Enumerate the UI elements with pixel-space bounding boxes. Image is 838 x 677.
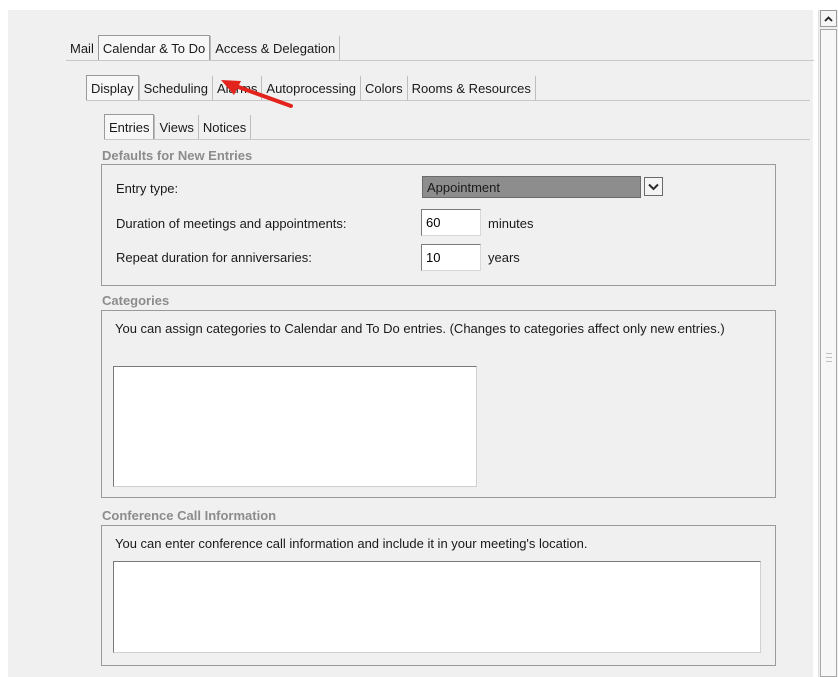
tab-colors[interactable]: Colors: [360, 76, 408, 100]
tab-mail-label: Mail: [70, 40, 94, 56]
tab-notices-label: Notices: [202, 119, 247, 135]
tab-display[interactable]: Display: [86, 75, 139, 101]
conference-info-textarea[interactable]: [113, 561, 761, 653]
entry-type-label: Entry type:: [116, 181, 179, 196]
third-tab-bar: Entries Views Notices: [104, 114, 252, 140]
categories-group: You can assign categories to Calendar an…: [101, 310, 776, 498]
tab-entries[interactable]: Entries: [104, 114, 155, 140]
top-tab-bar: Mail Calendar & To Do Access & Delegatio…: [66, 35, 341, 61]
chevron-down-icon[interactable]: [644, 177, 663, 196]
duration-unit: minutes: [488, 216, 534, 231]
second-tab-baseline: [86, 100, 810, 101]
tab-mail[interactable]: Mail: [66, 36, 99, 60]
tab-colors-label: Colors: [365, 80, 403, 96]
tab-entries-label: Entries: [109, 120, 150, 135]
preferences-window: Mail Calendar & To Do Access & Delegatio…: [0, 0, 838, 677]
tab-calendar-todo[interactable]: Calendar & To Do: [97, 35, 211, 61]
duration-input[interactable]: [421, 209, 481, 236]
tab-scheduling-label: Scheduling: [143, 80, 208, 96]
scroll-up-icon[interactable]: [820, 10, 837, 27]
scrollbar-thumb[interactable]: [820, 29, 837, 677]
defaults-section-title: Defaults for New Entries: [102, 148, 253, 163]
conference-group: You can enter conference call informatio…: [101, 525, 776, 666]
categories-section-title: Categories: [102, 293, 170, 308]
defaults-group: Entry type: Appointment Duration of meet…: [101, 164, 776, 286]
duration-label: Duration of meetings and appointments:: [116, 216, 347, 231]
repeat-unit: years: [488, 250, 520, 265]
repeat-input[interactable]: [421, 244, 481, 271]
tab-access-delegation-label: Access & Delegation: [215, 40, 336, 56]
tab-display-label: Display: [91, 81, 134, 96]
tab-views[interactable]: Views: [154, 115, 200, 139]
tab-rooms-resources[interactable]: Rooms & Resources: [406, 76, 537, 100]
tab-rooms-resources-label: Rooms & Resources: [411, 80, 531, 96]
entry-type-value: Appointment: [422, 176, 641, 198]
conference-section-title: Conference Call Information: [102, 508, 277, 523]
categories-list[interactable]: [113, 366, 477, 487]
tab-scheduling[interactable]: Scheduling: [138, 76, 214, 100]
vertical-scrollbar[interactable]: [818, 10, 838, 677]
third-tab-baseline: [104, 139, 810, 140]
top-tab-baseline: [66, 60, 814, 61]
tab-access-delegation[interactable]: Access & Delegation: [210, 36, 341, 60]
second-tab-bar: Display Scheduling Alarms Autoprocessing…: [86, 75, 537, 101]
categories-description: You can assign categories to Calendar an…: [115, 321, 725, 336]
tab-views-label: Views: [159, 119, 194, 135]
grip-icon: [826, 353, 832, 362]
conference-description: You can enter conference call informatio…: [115, 536, 588, 551]
entry-type-select[interactable]: Appointment: [422, 176, 664, 198]
tab-calendar-todo-label: Calendar & To Do: [102, 41, 206, 56]
repeat-label: Repeat duration for anniversaries:: [116, 250, 312, 265]
tab-notices[interactable]: Notices: [197, 115, 252, 139]
annotation-arrow-icon: [221, 80, 293, 108]
